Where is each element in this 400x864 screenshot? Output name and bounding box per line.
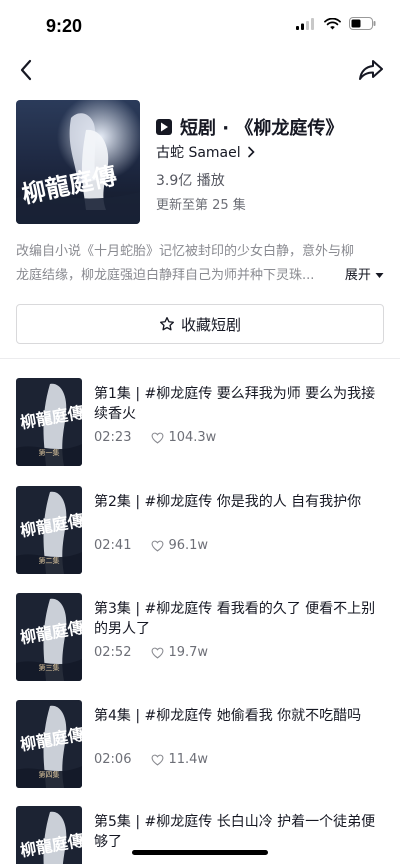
episode-meta: 02:52 19.7w xyxy=(94,645,208,660)
back-button[interactable] xyxy=(12,54,40,86)
wifi-icon xyxy=(324,17,341,29)
author-name: 古蛇 Samael xyxy=(156,145,241,161)
episode-duration: 02:52 xyxy=(94,645,132,660)
episode-likes: 96.1w xyxy=(151,538,208,553)
episode-likes: 104.3w xyxy=(151,430,216,445)
home-indicator[interactable] xyxy=(132,850,268,855)
episode-likes-count: 104.3w xyxy=(168,430,217,445)
share-arrow-icon xyxy=(359,60,383,80)
chevron-right-icon xyxy=(247,146,255,158)
series-header: 柳龍庭傳 短剧 · 《柳龙庭传》 古蛇 Samael 3.9亿 播放 更新至第 … xyxy=(16,100,384,226)
episode-title: 第4集 | #柳龙庭传 她偷看我 你就不吃醋吗 xyxy=(94,708,362,724)
episode-duration: 02:06 xyxy=(94,752,132,767)
short-drama-icon xyxy=(156,119,172,135)
episode-thumbnail: 柳龍庭傳 第三集 xyxy=(16,593,82,681)
episode-duration: 02:41 xyxy=(94,538,132,553)
expand-label: 展开 xyxy=(344,268,371,283)
author-link[interactable]: 古蛇 Samael xyxy=(156,142,255,162)
status-time: 9:20 xyxy=(46,16,83,36)
episode-item[interactable]: 柳龍庭傳 第三集 第3集 | #柳龙庭传 看我看的久了 便看不上别的男人了 02:52… xyxy=(16,593,384,681)
episode-title: 第5集 | #柳龙庭传 长白山冷 护着一个徒弟便够了 xyxy=(94,814,376,850)
episode-meta: 02:23 104.3w xyxy=(94,430,216,445)
series-title-text: 短剧 · 《柳龙庭传》 xyxy=(180,118,344,139)
episode-duration: 02:23 xyxy=(94,430,132,445)
status-bar: 9:20 xyxy=(0,0,400,48)
episode-item[interactable]: 柳龍庭傳 第二集 第2集 | #柳龙庭传 你是我的人 自有我护你 02:41 96.1w xyxy=(16,486,384,574)
status-icons xyxy=(296,17,376,30)
chevron-left-icon xyxy=(20,59,32,81)
update-status: 更新至第 25 集 xyxy=(156,198,246,213)
episode-thumbnail: 柳龍庭傳 xyxy=(16,806,82,864)
episode-thumb-label: 第四集 xyxy=(38,771,60,779)
episode-title: 第1集 | #柳龙庭传 要么拜我为师 要么为我接续香火 xyxy=(94,386,376,422)
nav-bar xyxy=(0,48,400,92)
heart-icon xyxy=(152,754,164,766)
episode-thumb-label: 第三集 xyxy=(38,664,60,672)
share-button[interactable] xyxy=(356,54,386,86)
play-count: 3.9亿 播放 xyxy=(156,173,225,189)
episode-title: 第2集 | #柳龙庭传 你是我的人 自有我护你 xyxy=(94,494,362,510)
episode-item[interactable]: 柳龍庭傳 第一集 第1集 | #柳龙庭传 要么拜我为师 要么为我接续香火 02:23 1… xyxy=(16,378,384,466)
caret-down-icon xyxy=(375,273,384,278)
episode-likes-count: 19.7w xyxy=(168,645,209,660)
cover-image: 柳龍庭傳 xyxy=(16,100,140,224)
heart-icon xyxy=(152,540,164,552)
episode-item[interactable]: 柳龍庭傳 第四集 第4集 | #柳龙庭传 她偷看我 你就不吃醋吗 02:06 11.4w xyxy=(16,700,384,788)
episode-thumbnail: 柳龍庭傳 第一集 xyxy=(16,378,82,466)
episode-title: 第3集 | #柳龙庭传 看我看的久了 便看不上别的男人了 xyxy=(94,601,376,637)
episode-meta: 02:06 11.4w xyxy=(94,752,208,767)
episode-thumb-label: 第二集 xyxy=(38,557,60,565)
series-description: 改编自小说《十月蛇胎》记忆被封印的少女白静，意外与柳 龙庭结缘，柳龙庭强迫白静拜… xyxy=(16,240,384,288)
episode-likes: 11.4w xyxy=(151,752,208,767)
expand-button[interactable]: 展开 xyxy=(338,264,384,288)
star-icon xyxy=(159,317,174,331)
episode-thumbnail: 柳龍庭傳 第二集 xyxy=(16,486,82,574)
heart-icon xyxy=(152,432,164,444)
series-title: 短剧 · 《柳龙庭传》 xyxy=(156,114,343,140)
collect-label: 收藏短剧 xyxy=(180,315,241,334)
signal-icon xyxy=(296,17,314,30)
series-cover[interactable]: 柳龍庭傳 xyxy=(16,100,140,224)
episode-meta: 02:41 96.1w xyxy=(94,538,208,553)
episode-thumb-label: 第一集 xyxy=(38,449,60,457)
episode-likes-count: 96.1w xyxy=(168,538,209,553)
description-line-1: 改编自小说《十月蛇胎》记忆被封印的少女白静，意外与柳 xyxy=(16,244,355,259)
battery-icon xyxy=(349,17,376,30)
section-divider xyxy=(0,358,400,359)
episode-likes: 19.7w xyxy=(151,645,208,660)
description-line-2: 龙庭结缘，柳龙庭强迫白静拜自己为师并种下灵珠... xyxy=(16,268,315,283)
collect-drama-button[interactable]: 收藏短剧 xyxy=(16,304,384,344)
heart-icon xyxy=(152,647,164,659)
episode-item[interactable]: 柳龍庭傳 第5集 | #柳龙庭传 长白山冷 护着一个徒弟便够了 xyxy=(16,806,384,864)
episode-thumbnail: 柳龍庭傳 第四集 xyxy=(16,700,82,788)
episode-likes-count: 11.4w xyxy=(168,752,209,767)
